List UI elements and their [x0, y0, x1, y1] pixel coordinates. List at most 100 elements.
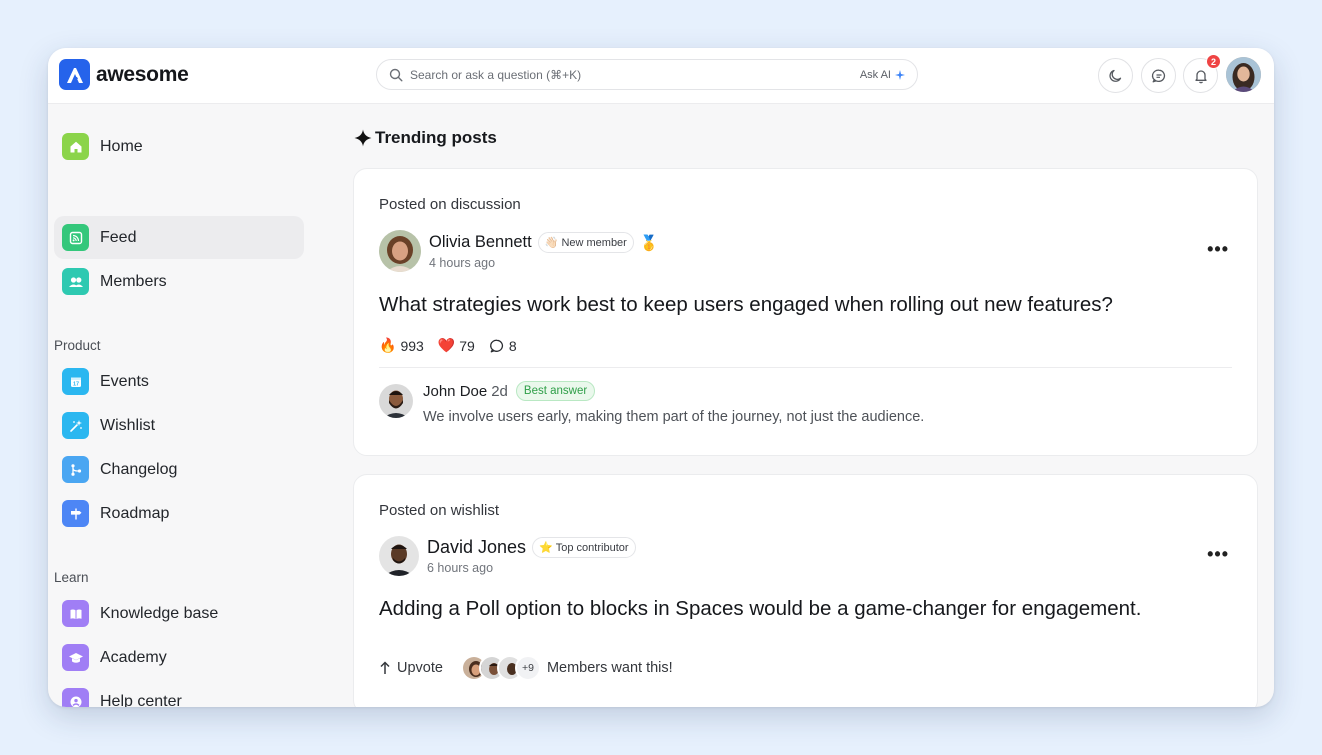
theme-toggle-button[interactable] [1098, 58, 1133, 93]
member-badge: 👋🏻 New member [537, 232, 634, 253]
reply-author[interactable]: John Doe [423, 383, 487, 400]
avatar[interactable] [379, 536, 419, 576]
sidebar-item-knowledge-base[interactable]: Knowledge base [54, 592, 304, 635]
post-time: 6 hours ago [427, 561, 494, 575]
author-name[interactable]: David Jones [427, 537, 526, 558]
home-icon [62, 133, 89, 160]
section-title-text: Trending posts [375, 128, 497, 147]
arrow-up-icon [380, 661, 390, 674]
sidebar-item-feed[interactable]: Feed [54, 216, 304, 259]
search-icon [389, 68, 403, 82]
sidebar-item-wishlist[interactable]: Wishlist [54, 404, 304, 447]
sidebar-item-help-center[interactable]: Help center [54, 680, 304, 707]
fire-icon: 🔥 [379, 337, 397, 353]
comment-icon [489, 339, 503, 352]
notification-count-badge: 2 [1206, 54, 1221, 69]
voter-avatars[interactable]: +9 [460, 655, 541, 681]
divider [379, 367, 1232, 368]
chat-icon [1151, 69, 1165, 82]
search-input[interactable] [410, 67, 860, 82]
moon-icon [1108, 69, 1121, 82]
product-section-label: Product [54, 338, 101, 353]
post-author: David Jones ⭐ Top contributor 6 hours ag… [379, 536, 636, 576]
reaction-count: 993 [400, 337, 424, 354]
post-title[interactable]: What strategies work best to keep users … [379, 293, 1113, 317]
avatar[interactable] [379, 384, 413, 418]
wand-icon [62, 412, 89, 439]
sidebar-item-members[interactable]: Members [54, 260, 304, 303]
post-card[interactable]: Posted on discussion Olivia Bennett 👋🏻 N… [353, 168, 1258, 456]
sidebar-item-label: Changelog [100, 460, 178, 478]
sidebar-item-label: Roadmap [100, 504, 170, 522]
upvote-bar: Upvote +9 Members want this! [379, 655, 673, 681]
more-options-button[interactable]: ••• [1207, 239, 1229, 260]
section-title: Trending posts [354, 128, 497, 148]
sidebar-item-events[interactable]: 17 Events [54, 360, 304, 403]
upvote-label: Upvote [397, 660, 443, 676]
posted-on-label: Posted on discussion [379, 196, 521, 213]
sidebar-item-label: Events [100, 372, 149, 390]
wave-icon: 👋🏻 [544, 237, 559, 249]
post-time: 4 hours ago [429, 256, 496, 270]
sidebar-item-label: Wishlist [100, 416, 156, 434]
best-answer-badge: Best answer [515, 381, 596, 401]
posted-on-label: Posted on wishlist [379, 502, 500, 519]
author-name[interactable]: Olivia Bennett [429, 233, 532, 252]
fire-reaction[interactable]: 🔥 993 [379, 337, 424, 354]
contributor-badge: ⭐ Top contributor [532, 537, 636, 558]
comment-count: 8 [508, 337, 517, 354]
comments-count[interactable]: 8 [489, 338, 517, 354]
search-bar[interactable]: Ask AI [376, 59, 918, 90]
best-answer-reply: John Doe 2d Best answer We involve users… [379, 381, 924, 425]
reply-time: 2d [491, 382, 508, 400]
rss-icon [62, 224, 89, 251]
sparkle-icon [354, 129, 372, 147]
reply-text: We involve users early, making them part… [423, 409, 925, 425]
reaction-count: 79 [459, 337, 475, 354]
sparkle-icon [895, 69, 905, 80]
sidebar-item-label: Feed [100, 228, 137, 246]
signpost-icon [62, 500, 89, 527]
top-header: awesome Ask AI 2 [48, 48, 1274, 104]
lifebuoy-icon [62, 688, 89, 707]
badge-label: Top contributor [555, 541, 629, 554]
more-options-button[interactable]: ••• [1207, 544, 1229, 565]
messages-button[interactable] [1141, 58, 1176, 93]
badge-label: New member [561, 236, 627, 249]
sidebar-item-home[interactable]: Home [54, 125, 304, 168]
members-want-text: Members want this! [546, 660, 673, 676]
sidebar: Home Feed Members Product 17 Events Wish… [48, 105, 318, 707]
sidebar-item-label: Help center [100, 692, 182, 708]
star-icon: ⭐ [539, 542, 553, 554]
user-avatar[interactable] [1226, 57, 1261, 92]
sidebar-item-label: Home [100, 137, 143, 155]
sidebar-item-changelog[interactable]: Changelog [54, 448, 304, 491]
upvote-button[interactable]: Upvote [379, 660, 443, 676]
sidebar-item-label: Members [100, 272, 167, 290]
avatar[interactable] [379, 230, 421, 272]
sidebar-item-label: Knowledge base [100, 604, 219, 622]
post-author: Olivia Bennett 👋🏻 New member 🥇 4 hours a… [379, 230, 659, 272]
heart-reaction[interactable]: ❤️ 79 [438, 337, 475, 354]
sidebar-item-academy[interactable]: Academy [54, 636, 304, 679]
reactions-bar: 🔥 993 ❤️ 79 8 [379, 337, 517, 354]
book-icon [62, 600, 89, 627]
bell-icon [1194, 69, 1207, 83]
users-icon [62, 268, 89, 295]
graduation-cap-icon [62, 644, 89, 671]
heart-icon: ❤️ [437, 337, 456, 353]
post-title[interactable]: Adding a Poll option to blocks in Spaces… [379, 597, 1141, 621]
calendar-icon: 17 [62, 368, 89, 395]
logo[interactable]: awesome [59, 59, 189, 90]
svg-text:17: 17 [72, 381, 78, 387]
logo-icon [59, 59, 90, 90]
ask-ai-label: Ask AI [859, 68, 891, 81]
learn-section-label: Learn [54, 570, 89, 585]
ask-ai-button[interactable]: Ask AI [860, 69, 905, 81]
branch-icon [62, 456, 89, 483]
medal-icon: 🥇 [639, 234, 659, 252]
notifications-button[interactable]: 2 [1183, 54, 1221, 93]
sidebar-item-roadmap[interactable]: Roadmap [54, 492, 304, 535]
sidebar-item-label: Academy [100, 648, 167, 666]
post-card[interactable]: Posted on wishlist David Jones ⭐ Top con… [353, 474, 1258, 707]
